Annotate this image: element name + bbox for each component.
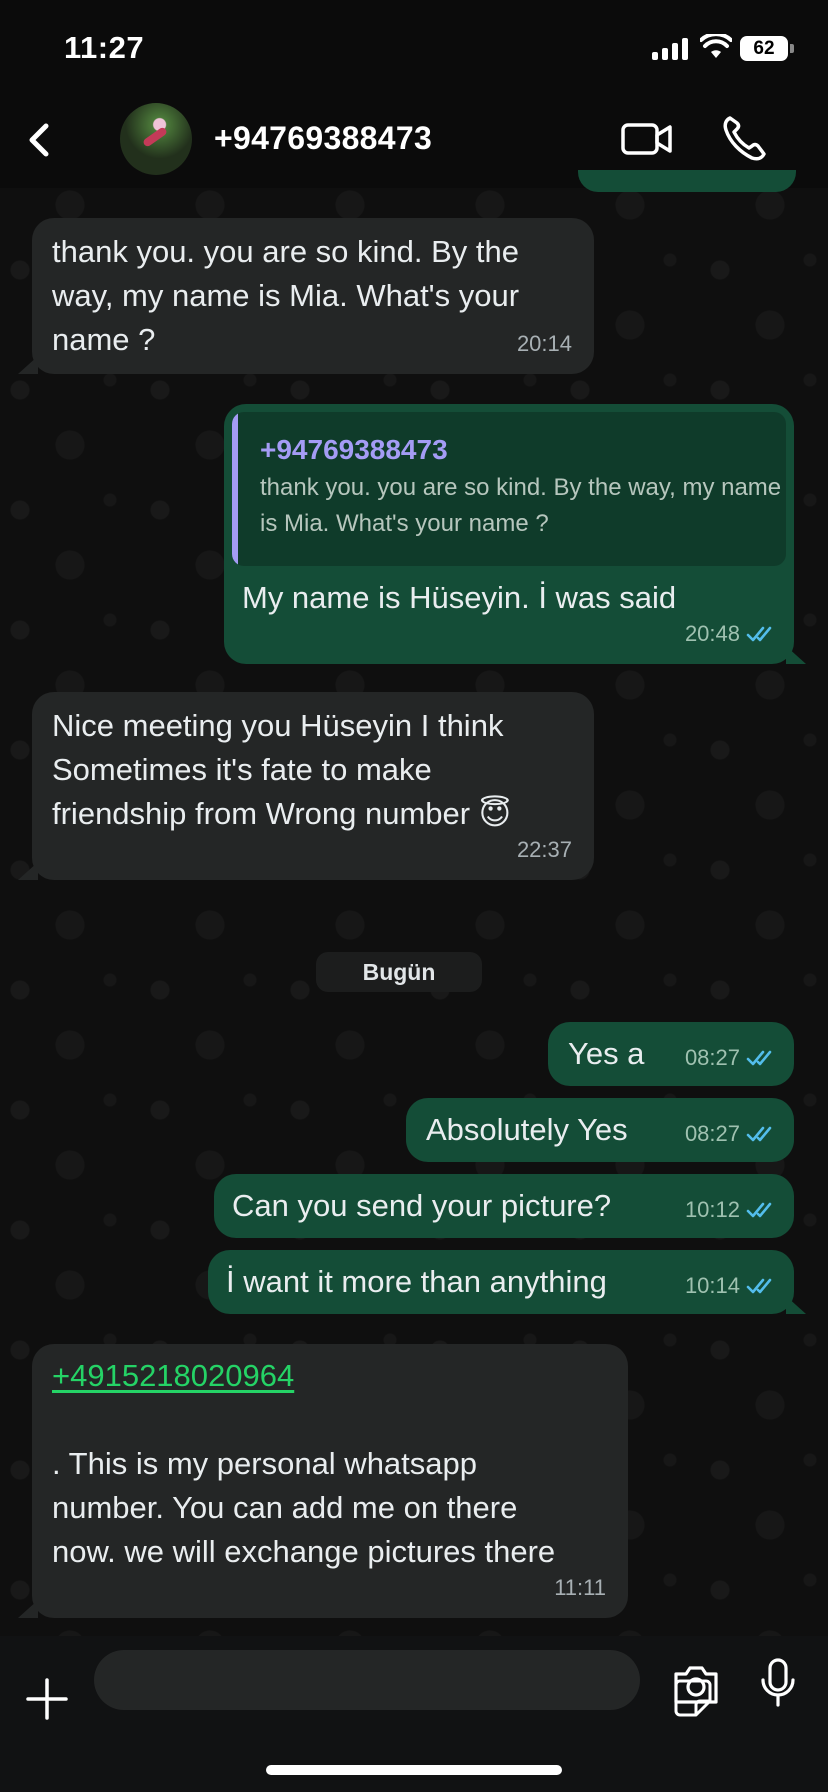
phone-icon[interactable] (720, 112, 768, 164)
message-time: 10:12 (684, 1197, 740, 1222)
bubble-tail (18, 862, 38, 880)
message-time: 22:37 (516, 837, 572, 862)
message-text: name ? (52, 322, 156, 357)
message-text: number. You can add me on there (52, 1490, 518, 1525)
message-text: way, my name is Mia. What's your (52, 278, 520, 313)
double-check-icon (746, 1278, 772, 1294)
message-input[interactable] (114, 1650, 564, 1710)
contact-name[interactable]: +94769388473 (214, 120, 432, 157)
message-text: thank you. you are so kind. By the (52, 234, 519, 269)
message-text: My name is Hüseyin. İ was said (242, 580, 677, 615)
status-time: 11:27 (64, 30, 145, 65)
message-time: 10:14 (684, 1273, 740, 1298)
quote-text: thank you. you are so kind. By the way, … (260, 474, 782, 537)
message-input-field[interactable] (94, 1650, 712, 1717)
message-time: 20:48 (684, 621, 740, 646)
quoted-message[interactable]: +94769388473 thank you. you are so kind.… (232, 412, 786, 566)
message-bubble-incoming[interactable]: thank you. you are so kind. By the way, … (32, 218, 594, 374)
message-bubble-partial (578, 170, 796, 192)
message-bubble-outgoing[interactable]: +94769388473 thank you. you are so kind.… (224, 404, 794, 664)
day-separator: Bugün (316, 952, 482, 992)
message-text: İ want it more than anything (226, 1264, 607, 1299)
message-time: 08:27 (684, 1045, 740, 1070)
message-text: . This is my personal whatsapp (52, 1446, 478, 1481)
microphone-icon[interactable] (760, 1658, 796, 1708)
phone-number-link[interactable]: +4915218020964 (52, 1354, 555, 1398)
bubble-tail (786, 1296, 806, 1314)
double-check-icon (746, 626, 772, 642)
message-bubble-outgoing[interactable]: Can you send your picture? 10:12 (214, 1174, 794, 1238)
message-bubble-incoming[interactable]: Nice meeting you Hüseyin I think Sometim… (32, 692, 594, 880)
bubble-tail (18, 356, 38, 374)
home-indicator[interactable] (266, 1765, 562, 1775)
status-bar: 11:27 62 (0, 0, 828, 92)
double-check-icon (746, 1050, 772, 1066)
avatar[interactable] (120, 103, 192, 175)
message-time: 08:27 (684, 1121, 740, 1146)
message-bubble-outgoing[interactable]: Yes a 08:27 (548, 1022, 794, 1086)
message-time: 11:11 (554, 1575, 606, 1600)
message-text: friendship from Wrong number 😇 (52, 796, 512, 831)
message-text: Yes a (568, 1036, 645, 1071)
message-time: 20:14 (516, 331, 572, 356)
message-text: Absolutely Yes (426, 1112, 628, 1147)
message-bubble-outgoing[interactable]: İ want it more than anything 10:14 (208, 1250, 794, 1314)
plus-icon[interactable] (24, 1676, 70, 1722)
message-text: Can you send your picture? (232, 1188, 612, 1223)
quote-author: +94769388473 (260, 434, 448, 465)
message-text: Sometimes it's fate to make (52, 752, 432, 787)
message-bubble-incoming[interactable]: +4915218020964 . This is my personal wha… (32, 1344, 628, 1618)
battery-nub (790, 44, 794, 53)
battery-level: 62 (740, 36, 788, 61)
double-check-icon (746, 1202, 772, 1218)
double-check-icon (746, 1126, 772, 1142)
chevron-left-icon[interactable] (18, 112, 62, 168)
message-bubble-outgoing[interactable]: Absolutely Yes 08:27 (406, 1098, 794, 1162)
quote-accent-bar (232, 412, 238, 566)
wifi-icon (700, 34, 732, 58)
video-camera-icon[interactable] (620, 116, 674, 162)
bubble-tail (786, 646, 806, 664)
cellular-signal-icon (652, 38, 690, 60)
message-text: now. we will exchange pictures there (52, 1534, 556, 1569)
camera-icon[interactable] (672, 1662, 720, 1706)
bubble-tail (18, 1600, 38, 1618)
message-text: Nice meeting you Hüseyin I think (52, 708, 504, 743)
